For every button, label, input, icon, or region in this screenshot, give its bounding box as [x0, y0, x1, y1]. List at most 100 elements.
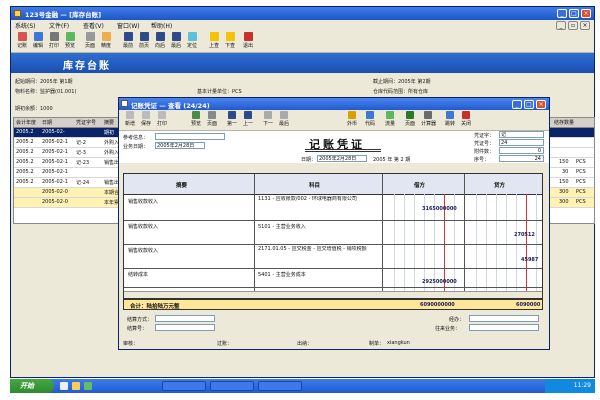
- quicklaunch-ie-icon[interactable]: [60, 382, 68, 390]
- menu-view[interactable]: 查看(V): [83, 21, 104, 30]
- toolbar-page-button[interactable]: 页面: [83, 32, 97, 49]
- voucher-new-button[interactable]: 新增: [123, 111, 137, 127]
- voucher-word-input[interactable]: 记: [499, 131, 544, 138]
- entry-account[interactable]: 5401 - 主营业务成本: [258, 271, 306, 278]
- col-credit: 贷方: [494, 183, 506, 189]
- toolbar-precision-button[interactable]: 精度: [99, 32, 113, 49]
- voucher-code-button[interactable]: 代码: [363, 111, 377, 127]
- next-icon: [264, 111, 272, 119]
- start-button[interactable]: 开始: [10, 379, 54, 393]
- voucher-no-input[interactable]: 24: [499, 139, 544, 146]
- manager-input[interactable]: [469, 315, 539, 322]
- settle-no-input[interactable]: [155, 324, 215, 331]
- toolbar-exit-button[interactable]: 退出: [241, 32, 255, 49]
- voucher-last-button[interactable]: 最后: [277, 111, 291, 127]
- voucher-header: 参考信息： 业务日期： 2005年2月28日 记账凭证 日期： 2005年2月2…: [119, 131, 549, 163]
- voucher-currency-button[interactable]: 外币: [345, 111, 359, 127]
- voucher-first-button[interactable]: 第一: [225, 111, 239, 127]
- toolbar-preview-button[interactable]: 预览: [63, 32, 77, 49]
- voucher-close-button[interactable]: 关闭: [459, 111, 473, 127]
- base-unit: 基本计量单位：PCS: [197, 89, 242, 95]
- first-icon: [123, 32, 133, 41]
- cell: PCS: [576, 199, 586, 205]
- cell: 150: [559, 179, 569, 185]
- voucher-calculator-button[interactable]: 计算器: [421, 111, 436, 127]
- menu-system[interactable]: 系统(S): [15, 21, 36, 30]
- clock: 11:29: [573, 382, 591, 389]
- taskbar-task-3[interactable]: [258, 381, 302, 391]
- horizontal-scrollbar[interactable]: [124, 291, 542, 298]
- menu-window[interactable]: 窗口(W): [117, 21, 140, 30]
- toolbar-prev-button[interactable]: 前页: [137, 32, 151, 49]
- entry-credit[interactable]: 270512: [514, 232, 535, 238]
- cell: 2005.2: [16, 149, 34, 155]
- attach-input[interactable]: 0: [499, 147, 544, 154]
- quicklaunch-folder-icon[interactable]: [72, 382, 80, 390]
- page-icon: [85, 32, 95, 41]
- calculator-icon: [424, 111, 432, 119]
- taskbar: 开始 11:29: [10, 379, 595, 393]
- entry-summary[interactable]: 销售收款收入: [128, 198, 158, 205]
- business-label: 往来业务：: [435, 326, 461, 332]
- voucher-page-button[interactable]: 页面: [205, 111, 219, 127]
- voucher-page2-button[interactable]: 页面: [403, 111, 417, 127]
- entry-debit[interactable]: 2925000000: [422, 279, 457, 285]
- taskbar-task-2[interactable]: [210, 381, 254, 391]
- seq-input[interactable]: 24: [499, 155, 544, 162]
- voucher-minimize-icon[interactable]: _: [512, 100, 522, 109]
- save-icon: [142, 111, 150, 119]
- maximize-icon[interactable]: □: [569, 9, 579, 18]
- toolbar-first-button[interactable]: 最前: [121, 32, 135, 49]
- col-summary: 摘要: [104, 120, 115, 126]
- toolbar-down-button[interactable]: 下查: [223, 32, 237, 49]
- business-input[interactable]: [469, 324, 539, 331]
- quicklaunch-app-icon[interactable]: [84, 382, 92, 390]
- toolbar-locate-button[interactable]: 定位: [185, 32, 199, 49]
- voucher-jump-button[interactable]: 跳转: [443, 111, 457, 127]
- close-icon[interactable]: ×: [581, 9, 591, 18]
- toolbar-print-button[interactable]: 打印: [47, 32, 61, 49]
- menu-bar: 系统(S) 文件(F) 查看(V) 窗口(W) 帮助(H) _ ▫ ×: [11, 20, 594, 30]
- warehouse-range: 仓库代码范围：所有仓库: [373, 89, 429, 95]
- date-input[interactable]: 2005年2月28日: [317, 155, 367, 162]
- toolbar-edit-button[interactable]: 编辑: [31, 32, 45, 49]
- voucher-preview-button[interactable]: 预览: [189, 111, 203, 127]
- voucher-save-button[interactable]: 保存: [139, 111, 153, 127]
- entry-summary[interactable]: 结转成本: [128, 271, 148, 278]
- cell: 2005-02-1: [42, 149, 68, 155]
- minimize-icon[interactable]: _: [557, 9, 567, 18]
- menu-file[interactable]: 文件(F): [49, 21, 69, 30]
- entry-summary[interactable]: 销售收款收入: [128, 223, 158, 230]
- print-icon: [158, 111, 166, 119]
- toolbar-last-button[interactable]: 最后: [169, 32, 183, 49]
- entry-account[interactable]: 5101 - 主营业务收入: [258, 223, 306, 230]
- exit-icon: [243, 32, 253, 41]
- toolbar-post-button[interactable]: 记账: [15, 32, 29, 49]
- voucher-close-icon[interactable]: ×: [536, 100, 546, 109]
- entry-account[interactable]: 2171.01.05 - 应交税金 - 应交增值税 - 销项税额: [258, 246, 378, 252]
- entry-account[interactable]: 1131 - 应收账款/002 - 环球电器商有限公司: [258, 196, 378, 202]
- voucher-flow-button[interactable]: 流量: [383, 111, 397, 127]
- settle-method-input[interactable]: [155, 315, 215, 322]
- col-debit: 借方: [414, 183, 426, 189]
- bizdate-input[interactable]: 2005年2月28日: [155, 142, 205, 149]
- col-qty: 结存数量: [554, 120, 575, 126]
- entry-credit[interactable]: 45987: [521, 257, 538, 263]
- voucher-prev-button[interactable]: 上一: [241, 111, 255, 127]
- mdi-restore-icon[interactable]: ▫: [568, 21, 578, 30]
- toolbar-up-button[interactable]: 上查: [207, 32, 221, 49]
- mdi-minimize-icon[interactable]: _: [556, 21, 566, 30]
- voucher-entry-grid: 摘要 科目 借方 贷方 销售收款收入 1131 - 应收账款/002 - 环球电…: [123, 173, 543, 299]
- taskbar-task-1[interactable]: [162, 381, 206, 391]
- voucher-maximize-icon[interactable]: □: [524, 100, 534, 109]
- voucher-next-button[interactable]: 下一: [261, 111, 275, 127]
- voucher-print-button[interactable]: 打印: [155, 111, 169, 127]
- total-in-words: 合计：陆拾陆万元整: [130, 304, 180, 310]
- menu-help[interactable]: 帮助(H): [151, 21, 172, 30]
- ref-input[interactable]: [155, 133, 225, 140]
- entry-debit[interactable]: 3165000000: [422, 206, 457, 212]
- entry-summary[interactable]: 销售收款收入: [128, 247, 158, 254]
- toolbar-next-button[interactable]: 向后: [153, 32, 167, 49]
- manager-label: 经办：: [449, 317, 465, 323]
- mdi-close-icon[interactable]: ×: [580, 21, 590, 30]
